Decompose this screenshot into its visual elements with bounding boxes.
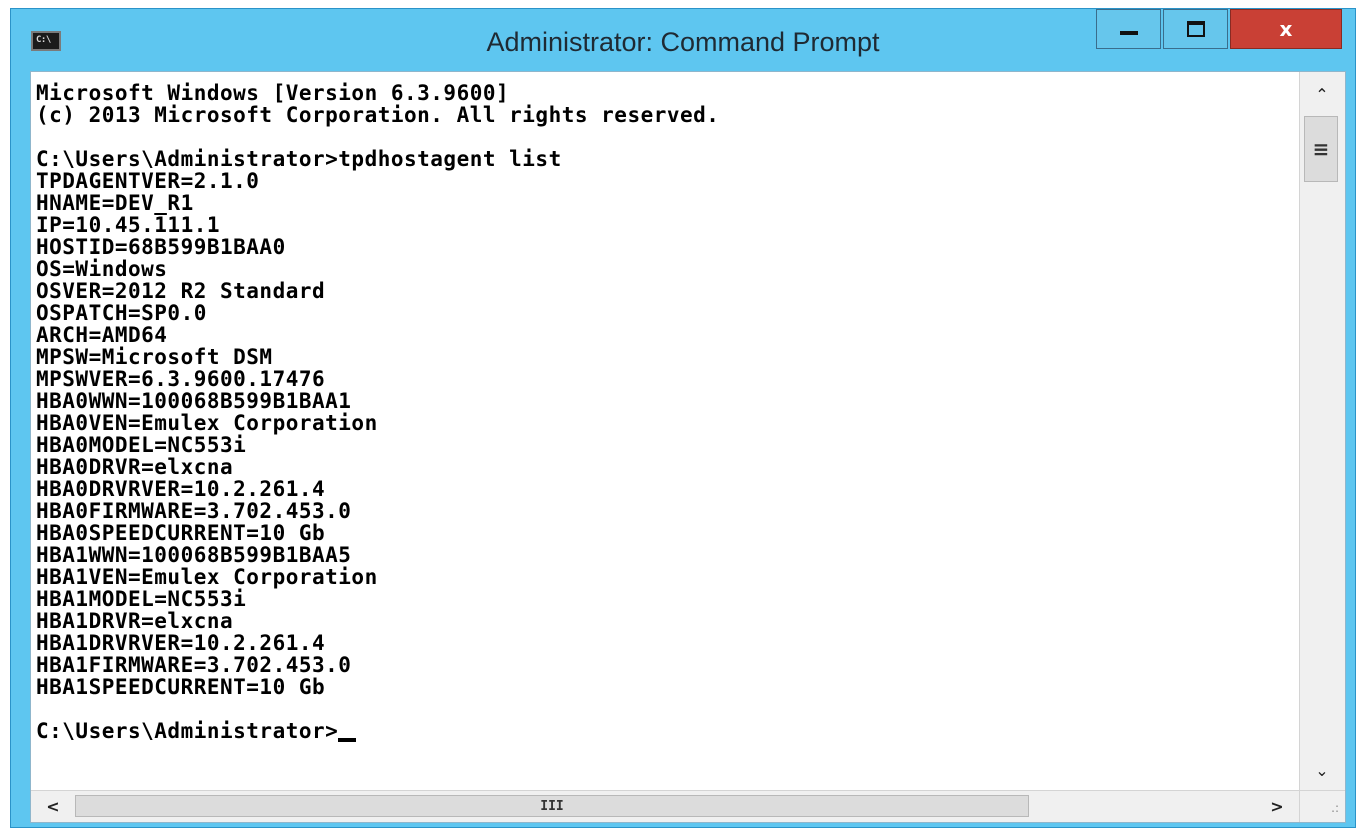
console-line: MPSW=Microsoft DSM [36,345,273,369]
close-button[interactable]: x [1230,9,1342,49]
vertical-scrollbar[interactable]: ⌃ ≡ ⌄ [1299,72,1345,792]
console-line: IP=10.45.111.1 [36,213,221,237]
console-line: HBA1DRVRVER=10.2.261.4 [36,631,326,655]
horizontal-scrollbar[interactable]: < III > [31,790,1299,822]
console-line: (c) 2013 Microsoft Corporation. All righ… [36,103,720,127]
chevron-down-icon[interactable]: ⌄ [1300,752,1344,788]
console-line: C:\Users\Administrator>tpdhostagent list [36,147,562,171]
title-bar[interactable]: C:\ Administrator: Command Prompt x [11,9,1355,69]
console-line: ARCH=AMD64 [36,323,168,347]
text-cursor [338,738,357,742]
console-line: HNAME=DEV_R1 [36,191,194,215]
minimize-icon [1119,31,1138,35]
close-icon: x [1279,17,1293,41]
maximize-button[interactable] [1163,9,1228,49]
console-line: HBA0WWN=100068B599B1BAA1 [36,389,352,413]
resize-grip[interactable]: .: [1299,790,1345,822]
console-line: TPDAGENTVER=2.1.0 [36,169,260,193]
horizontal-scroll-thumb[interactable]: III [75,795,1029,817]
console-line: HBA1FIRMWARE=3.702.453.0 [36,653,352,677]
console-line: Microsoft Windows [Version 6.3.9600] [36,81,510,105]
console-line: HBA1MODEL=NC553i [36,587,247,611]
console-line: HBA0VEN=Emulex Corporation [36,411,378,435]
chevron-right-icon[interactable]: > [1259,791,1295,821]
console-line: OSPATCH=SP0.0 [36,301,207,325]
chevron-up-icon[interactable]: ⌃ [1300,76,1344,112]
vertical-scroll-thumb[interactable]: ≡ [1304,116,1338,182]
console-line: HOSTID=68B599B1BAA0 [36,235,286,259]
console-line: HBA1SPEEDCURRENT=10 Gb [36,675,326,699]
maximize-icon [1186,21,1205,37]
chevron-left-icon[interactable]: < [35,791,71,821]
console-prompt: C:\Users\Administrator> [36,719,339,743]
console-line: HBA0DRVR=elxcna [36,455,234,479]
console-line: HBA0MODEL=NC553i [36,433,247,457]
console-client-area: Microsoft Windows [Version 6.3.9600] (c) … [30,71,1346,823]
console-line: OS=Windows [36,257,168,281]
console-line: HBA0SPEEDCURRENT=10 Gb [36,521,326,545]
console-output[interactable]: Microsoft Windows [Version 6.3.9600] (c) … [31,72,1299,792]
console-line: HBA1WWN=100068B599B1BAA5 [36,543,352,567]
console-line: HBA1DRVR=elxcna [36,609,234,633]
console-line: HBA1VEN=Emulex Corporation [36,565,378,589]
console-line: HBA0FIRMWARE=3.702.453.0 [36,499,352,523]
console-prompt-line[interactable]: C:\Users\Administrator> [36,720,1299,742]
console-line: HBA0DRVRVER=10.2.261.4 [36,477,326,501]
console-line: OSVER=2012 R2 Standard [36,279,326,303]
minimize-button[interactable] [1096,9,1161,49]
console-line: MPSWVER=6.3.9600.17476 [36,367,326,391]
command-prompt-window: C:\ Administrator: Command Prompt x Micr… [10,8,1356,828]
